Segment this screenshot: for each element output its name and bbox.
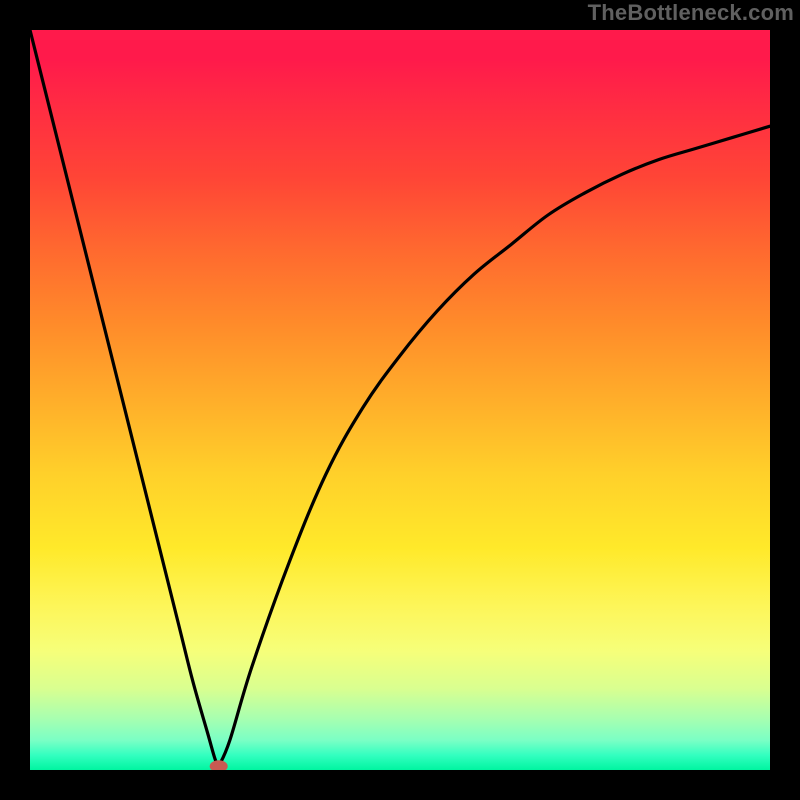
- right-branch-path: [219, 126, 770, 766]
- left-branch-path: [30, 30, 219, 766]
- chart-frame: TheBottleneck.com: [0, 0, 800, 800]
- attribution-text: TheBottleneck.com: [588, 0, 794, 26]
- curve-svg: [30, 30, 770, 770]
- cusp-marker: [210, 760, 228, 770]
- plot-area: [30, 30, 770, 770]
